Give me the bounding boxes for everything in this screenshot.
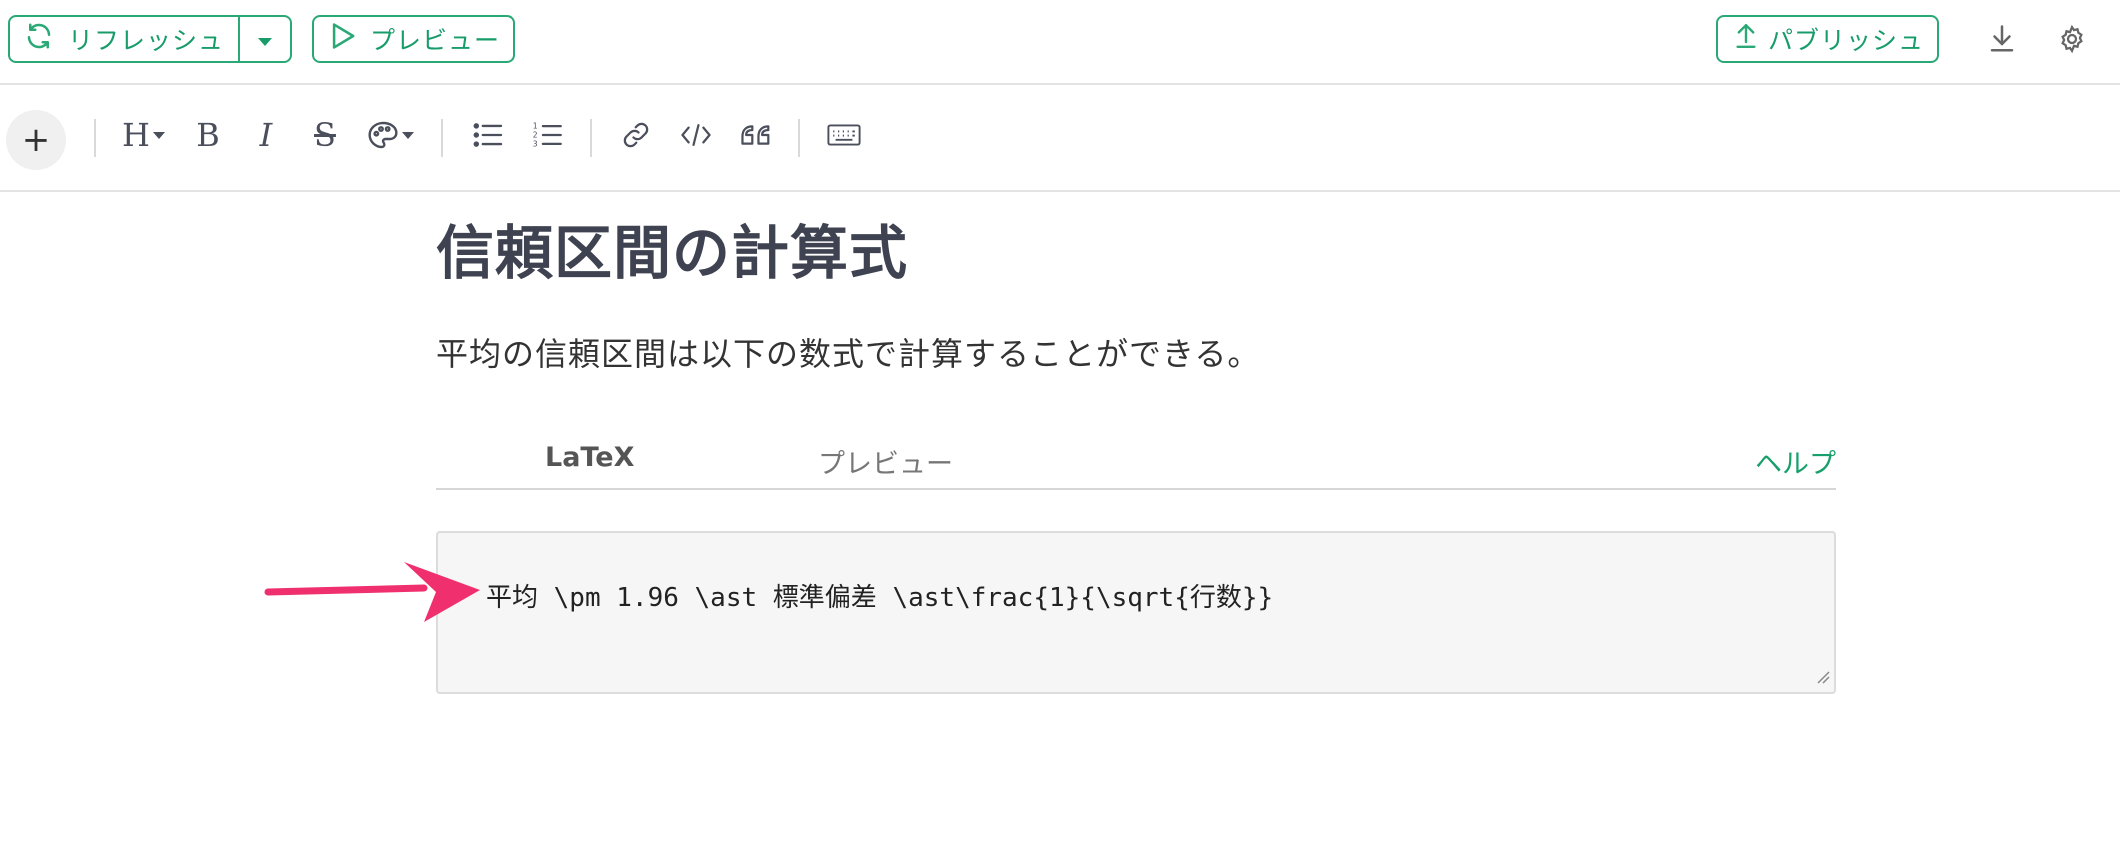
svg-text:1: 1 — [533, 122, 538, 131]
toolbar-divider — [441, 119, 443, 157]
svg-text:2: 2 — [533, 131, 538, 140]
top-action-bar: リフレッシュ プレビュー パブリッシュ — [0, 0, 2120, 85]
play-icon — [330, 22, 356, 56]
latex-editor[interactable]: 平均 \pm 1.96 \ast 標準偏差 \ast\frac{1}{\sqrt… — [436, 531, 1836, 694]
annotation-arrow-icon — [264, 562, 480, 622]
preview-label: プレビュー — [370, 26, 501, 55]
tab-latex[interactable]: LaTeX — [545, 442, 634, 473]
page-title[interactable]: 信頼区間の計算式 — [436, 206, 908, 290]
body-paragraph[interactable]: 平均の信頼区間は以下の数式で計算することができる。 — [436, 329, 1260, 375]
toolbar-divider — [590, 119, 592, 157]
palette-icon[interactable] — [366, 110, 416, 160]
math-block-tabs: LaTeX プレビュー ヘルプ — [436, 436, 1836, 490]
refresh-icon — [24, 21, 54, 57]
strikethrough-icon[interactable]: S — [305, 110, 345, 160]
svg-text:3: 3 — [533, 139, 538, 148]
gear-icon[interactable] — [2054, 20, 2090, 58]
download-icon[interactable] — [1984, 20, 2020, 58]
bold-icon[interactable]: B — [188, 110, 228, 160]
link-icon[interactable] — [616, 110, 656, 160]
refresh-label: リフレッシュ — [68, 26, 225, 55]
bullet-list-icon[interactable] — [468, 110, 508, 160]
resize-handle-icon[interactable] — [1816, 669, 1830, 688]
keyboard-icon[interactable] — [824, 110, 864, 160]
numbered-list-icon[interactable]: 1 2 3 — [528, 110, 568, 160]
publish-label: パブリッシュ — [1768, 26, 1925, 55]
add-block-button[interactable]: + — [6, 110, 66, 170]
refresh-button[interactable]: リフレッシュ — [10, 17, 241, 61]
heading-icon[interactable]: H — [116, 110, 172, 160]
upload-icon — [1734, 21, 1758, 57]
plus-icon: + — [21, 120, 51, 160]
latex-code: 平均 \pm 1.96 \ast 標準偏差 \ast\frac{1}{\sqrt… — [486, 583, 1274, 613]
refresh-dropdown-toggle[interactable] — [240, 17, 290, 61]
preview-button[interactable]: プレビュー — [312, 15, 515, 63]
quote-icon[interactable] — [736, 110, 776, 160]
help-link[interactable]: ヘルプ — [1755, 442, 1836, 481]
tab-preview[interactable]: プレビュー — [818, 442, 953, 481]
code-icon[interactable] — [676, 110, 716, 160]
caret-down-icon — [256, 25, 274, 54]
publish-button[interactable]: パブリッシュ — [1716, 15, 1939, 63]
toolbar-divider — [94, 119, 96, 157]
italic-icon[interactable]: I — [246, 110, 286, 160]
toolbar-divider — [798, 119, 800, 157]
formatting-toolbar: + H B I S 1 2 3 — [0, 86, 2120, 192]
refresh-button-group: リフレッシュ — [8, 15, 292, 63]
